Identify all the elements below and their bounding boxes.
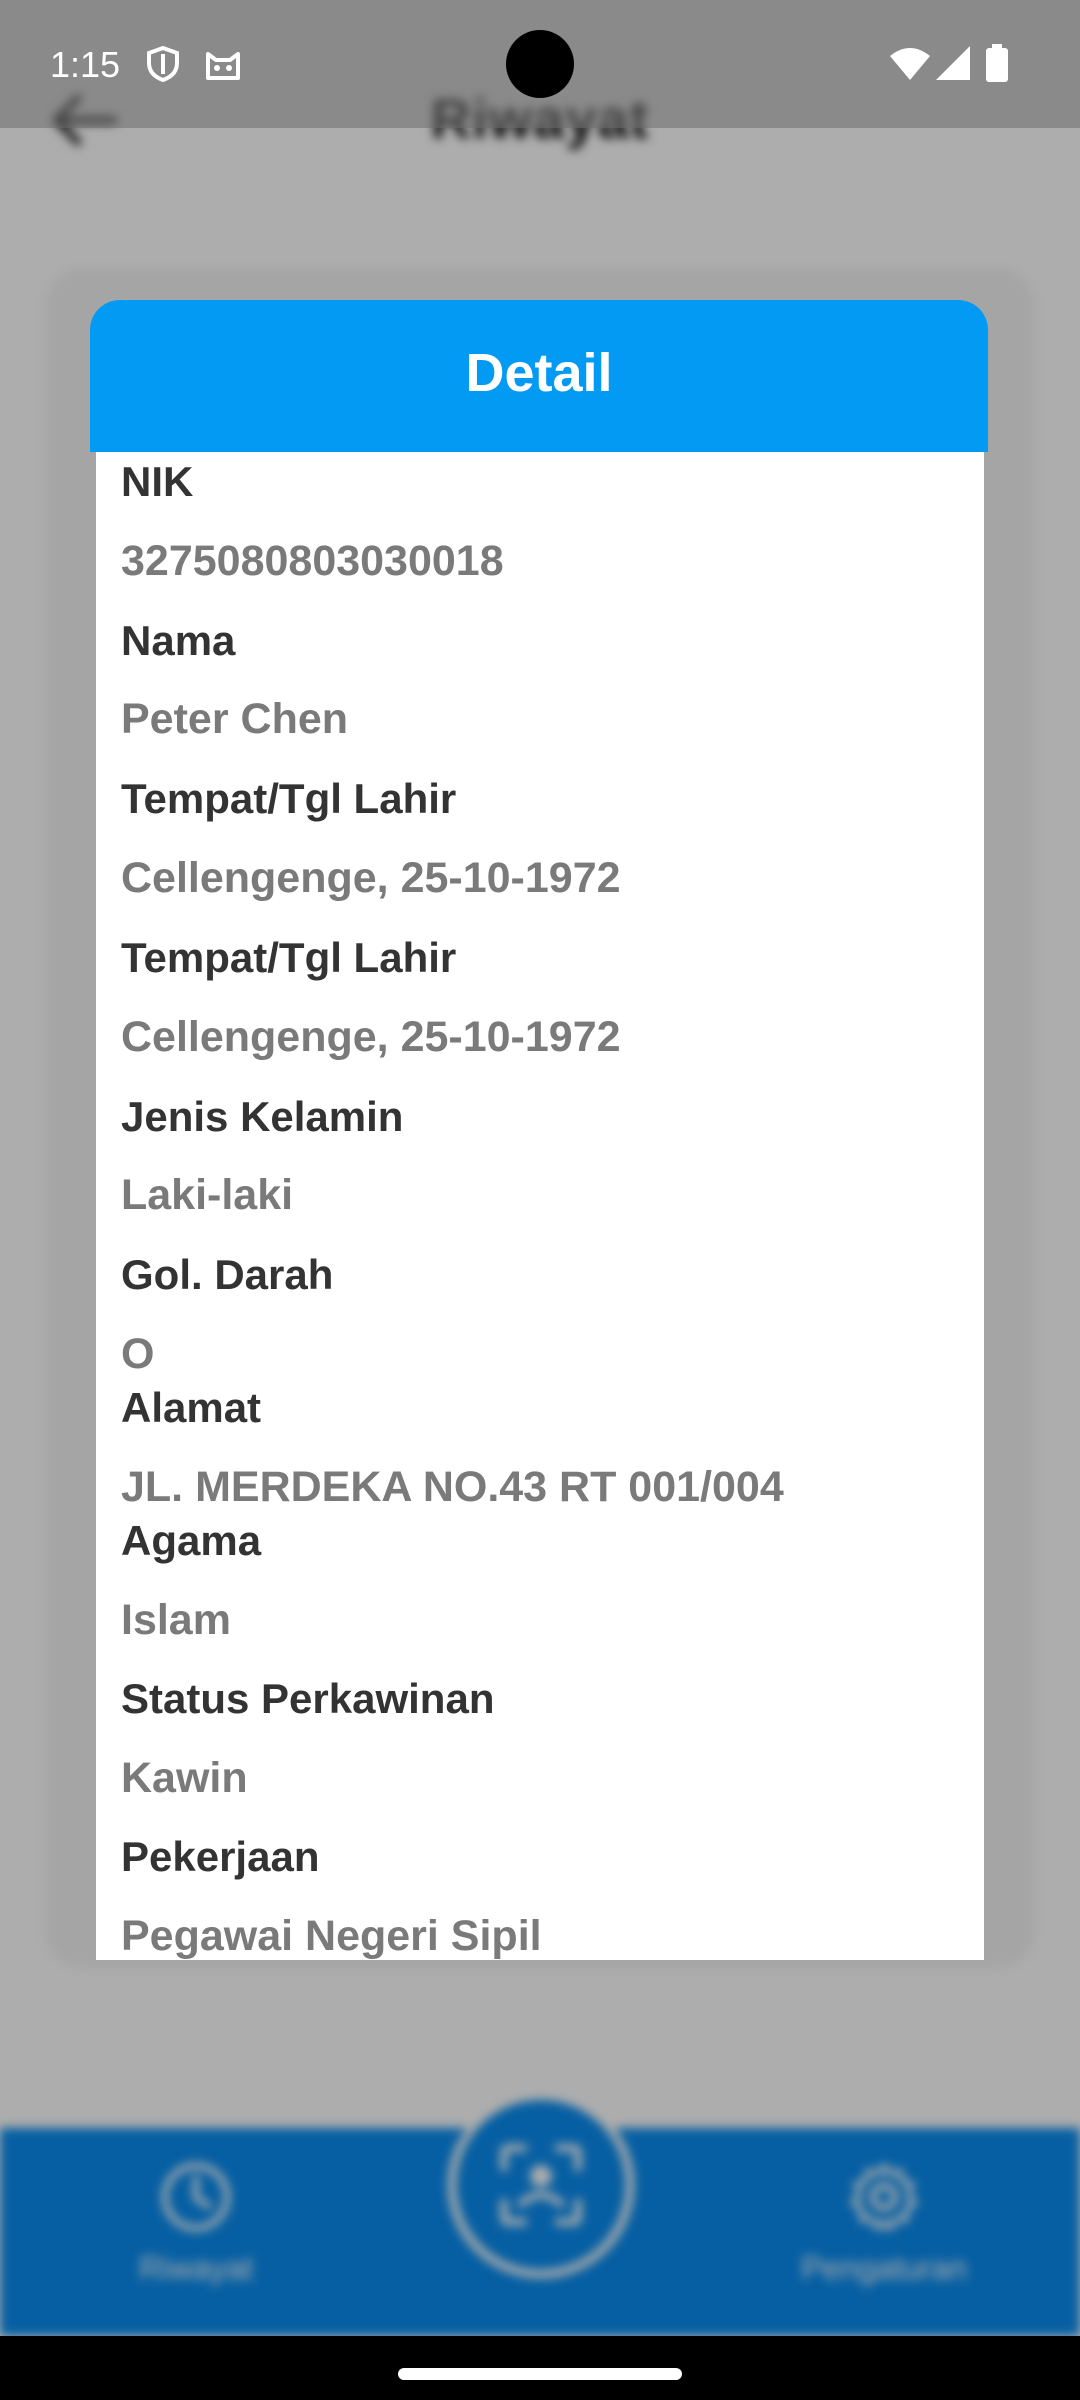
alamat-label: Alamat bbox=[121, 1384, 262, 1431]
tempat-tgl-lahir-value-2: Cellengenge, 25-10-1972 bbox=[121, 1013, 621, 1061]
gol-darah-label: Gol. Darah bbox=[121, 1251, 334, 1298]
status-bar: 1:15 bbox=[0, 0, 1080, 128]
agama-value: Islam bbox=[121, 1596, 231, 1644]
jenis-kelamin-value: Laki-laki bbox=[121, 1171, 294, 1219]
nama-label: Nama bbox=[121, 617, 236, 664]
cat-icon bbox=[206, 52, 240, 80]
signal-icon bbox=[936, 46, 970, 80]
dialog-header: Detail bbox=[90, 300, 988, 452]
pekerjaan-label: Pekerjaan bbox=[121, 1833, 320, 1880]
shield-icon bbox=[147, 46, 179, 82]
agama-label: Agama bbox=[121, 1517, 262, 1564]
tempat-tgl-lahir-label-2: Tempat/Tgl Lahir bbox=[121, 934, 457, 981]
pekerjaan-value: Pegawai Negeri Sipil bbox=[121, 1912, 542, 1960]
dialog-title: Detail bbox=[465, 343, 613, 403]
gol-darah-value: O bbox=[121, 1330, 155, 1378]
detail-dialog: Detail NIK 3275080803030018 Nama Peter C… bbox=[90, 300, 988, 1960]
camera-cutout bbox=[506, 30, 574, 98]
dialog-body[interactable]: NIK 3275080803030018 Nama Peter Chen Tem… bbox=[96, 452, 984, 1960]
status-perkawinan-value: Kawin bbox=[121, 1754, 248, 1802]
alamat-value: JL. MERDEKA NO.43 RT 001/004 bbox=[121, 1463, 784, 1511]
wifi-icon bbox=[890, 48, 930, 80]
jenis-kelamin-label: Jenis Kelamin bbox=[121, 1093, 404, 1140]
nama-value: Peter Chen bbox=[121, 695, 349, 743]
tempat-tgl-lahir-value: Cellengenge, 25-10-1972 bbox=[121, 854, 621, 902]
battery-icon bbox=[986, 44, 1008, 82]
nik-value: 3275080803030018 bbox=[121, 537, 504, 585]
status-perkawinan-label: Status Perkawinan bbox=[121, 1675, 495, 1722]
status-time: 1:15 bbox=[50, 44, 121, 85]
nik-label: NIK bbox=[121, 458, 194, 505]
tempat-tgl-lahir-label: Tempat/Tgl Lahir bbox=[121, 775, 457, 822]
home-gesture-handle[interactable] bbox=[398, 2368, 682, 2380]
